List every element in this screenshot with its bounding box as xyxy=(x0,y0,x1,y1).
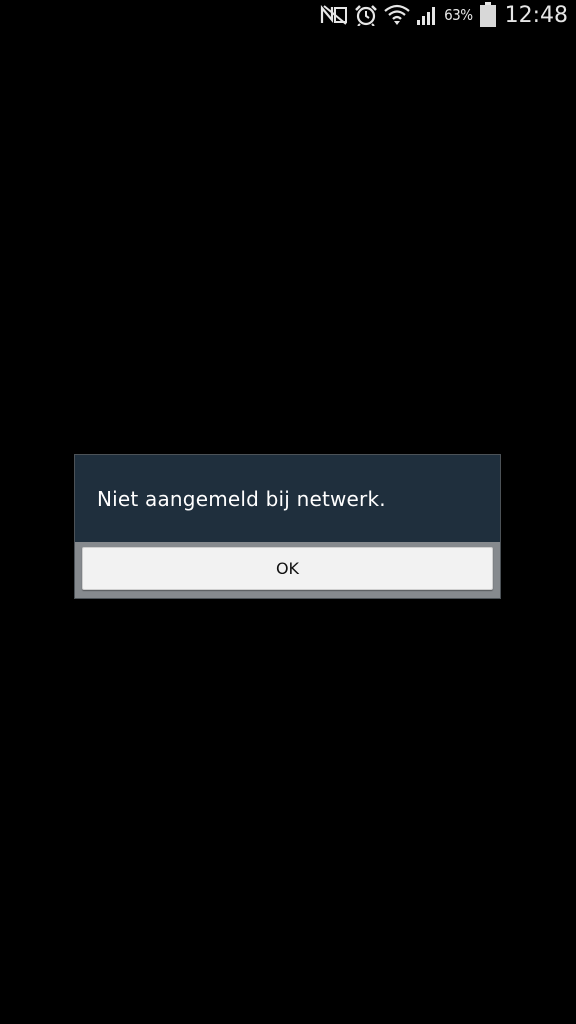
alarm-icon xyxy=(354,4,378,26)
alert-dialog: Niet aangemeld bij netwerk. OK xyxy=(74,454,501,599)
wifi-icon xyxy=(384,4,410,26)
status-icons: 63% 12:48 xyxy=(320,0,568,30)
status-bar: 63% 12:48 xyxy=(0,0,576,30)
dialog-footer: OK xyxy=(75,542,500,598)
screen: 63% 12:48 Niet aangemeld bij netwerk. OK xyxy=(0,0,576,1024)
signal-icon xyxy=(416,4,438,26)
battery-percent: 63% xyxy=(444,6,473,24)
ok-button[interactable]: OK xyxy=(82,547,493,590)
dialog-message: Niet aangemeld bij netwerk. xyxy=(97,486,386,511)
ok-button-label: OK xyxy=(275,559,300,578)
nfc-icon xyxy=(320,5,348,25)
dialog-body: Niet aangemeld bij netwerk. xyxy=(75,455,500,542)
clock: 12:48 xyxy=(504,2,568,28)
battery-icon xyxy=(479,2,497,28)
